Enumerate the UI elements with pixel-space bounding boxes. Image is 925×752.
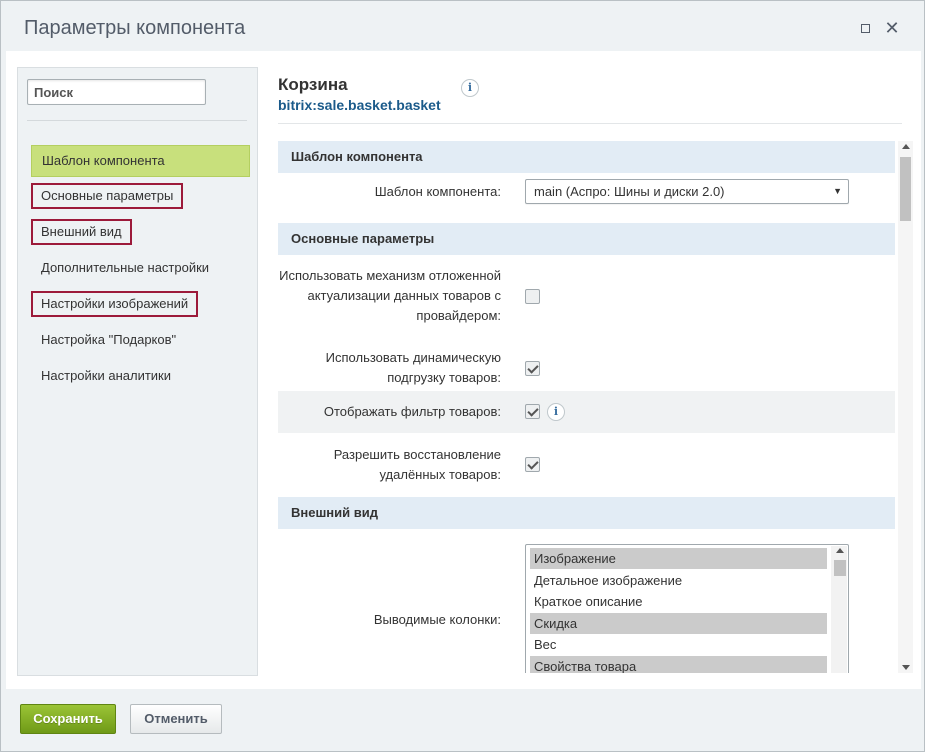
section-header-view: Внешний вид <box>278 497 895 529</box>
template-select[interactable]: main (Аспро: Шины и диски 2.0) ▼ <box>525 179 849 204</box>
dialog-content: Шаблон компонента Основные параметры Вне… <box>6 51 921 689</box>
dynamic-loading-checkbox[interactable] <box>525 361 540 376</box>
scroll-down-icon[interactable] <box>902 665 910 670</box>
list-item[interactable]: Изображение <box>530 548 827 569</box>
chevron-down-icon: ▼ <box>833 186 842 196</box>
template-select-value: main (Аспро: Шины и диски 2.0) <box>534 184 725 199</box>
sidebar-item-main-params[interactable]: Основные параметры <box>31 183 184 209</box>
deferred-actualization-checkbox[interactable] <box>525 289 540 304</box>
dialog-footer: Сохранить Отменить <box>6 689 921 747</box>
sidebar: Шаблон компонента Основные параметры Вне… <box>17 67 258 676</box>
field-label-restore-deleted: Разрешить восстановление удалённых товар… <box>333 447 501 482</box>
show-filter-checkbox[interactable] <box>525 404 540 419</box>
sidebar-item-additional[interactable]: Дополнительные настройки <box>31 254 219 282</box>
field-label-show-filter: Отображать фильтр товаров: <box>323 404 501 419</box>
header-divider <box>278 123 902 124</box>
list-item[interactable]: Детальное изображение <box>530 570 827 591</box>
section-header-main: Основные параметры <box>278 223 895 255</box>
component-parameters-dialog: Параметры компонента ✕ Шаблон компонента… <box>0 0 925 752</box>
sidebar-item-appearance[interactable]: Внешний вид <box>31 219 132 245</box>
list-item[interactable]: Свойства товара <box>530 656 827 673</box>
scroll-up-icon[interactable] <box>836 548 844 553</box>
field-label-dynamic-loading: Использовать динамическую подгрузку това… <box>325 350 501 385</box>
list-item[interactable]: Краткое описание <box>530 591 827 612</box>
field-label-columns: Выводимые колонки: <box>373 612 501 627</box>
scrollbar-thumb[interactable] <box>900 157 911 221</box>
list-item[interactable]: Вес <box>530 634 827 655</box>
search-input[interactable] <box>27 79 206 105</box>
sidebar-item-images[interactable]: Настройки изображений <box>31 291 199 317</box>
component-code: bitrix:sale.basket.basket <box>278 97 441 113</box>
show-filter-info-icon[interactable]: i <box>547 403 565 421</box>
sidebar-item-gifts[interactable]: Настройка "Подарков" <box>31 326 186 354</box>
section-header-template: Шаблон компонента <box>278 141 895 173</box>
parameters-form: Шаблон компонента Шаблон компонента: mai… <box>278 141 895 673</box>
main-scrollbar[interactable] <box>898 141 913 673</box>
template-label: Шаблон компонента: <box>374 184 501 199</box>
main-panel: Корзина bitrix:sale.basket.basket i Шабл… <box>278 67 902 676</box>
sidebar-item-template[interactable]: Шаблон компонента <box>31 145 250 177</box>
scrollbar-thumb[interactable] <box>834 560 846 576</box>
sidebar-item-analytics[interactable]: Настройки аналитики <box>31 362 181 390</box>
save-button[interactable]: Сохранить <box>20 704 116 734</box>
listbox-scrollbar[interactable] <box>831 546 847 673</box>
scroll-up-icon[interactable] <box>902 144 910 149</box>
dialog-title: Параметры компонента <box>24 17 246 39</box>
sidebar-divider <box>27 120 247 121</box>
maximize-icon[interactable] <box>857 20 873 36</box>
dialog-titlebar[interactable]: Параметры компонента ✕ <box>6 6 921 51</box>
list-item[interactable]: Скидка <box>530 613 827 634</box>
cancel-button[interactable]: Отменить <box>130 704 222 734</box>
component-info-icon[interactable]: i <box>461 79 479 97</box>
component-title: Корзина <box>278 75 348 94</box>
field-label-deferred-actualization: Использовать механизм отложенной актуали… <box>279 268 501 323</box>
close-icon[interactable]: ✕ <box>884 19 900 37</box>
restore-deleted-checkbox[interactable] <box>525 457 540 472</box>
columns-listbox[interactable]: Изображение Детальное изображение Кратко… <box>525 544 849 673</box>
